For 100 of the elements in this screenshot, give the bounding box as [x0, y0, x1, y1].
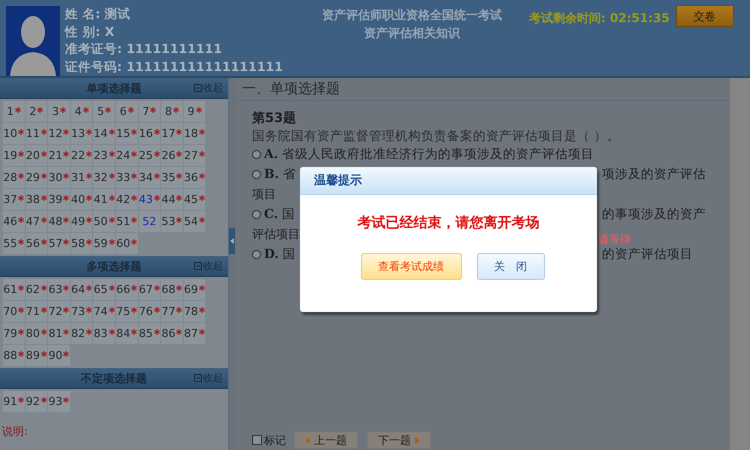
question-number[interactable]: 66 [116, 279, 138, 300]
question-number[interactable]: 26 [161, 145, 183, 166]
mark-checkbox[interactable] [252, 435, 262, 445]
question-number[interactable]: 29 [26, 167, 48, 188]
question-number[interactable]: 91 [3, 391, 25, 412]
question-number[interactable]: 65 [93, 279, 115, 300]
question-number[interactable]: 6 [116, 101, 138, 122]
question-number[interactable]: 8 [161, 101, 183, 122]
question-number[interactable]: 92 [26, 391, 48, 412]
question-number[interactable]: 39 [48, 189, 70, 210]
question-number[interactable]: 9 [184, 101, 206, 122]
question-number[interactable]: 58 [70, 233, 92, 254]
question-number[interactable]: 11 [26, 123, 48, 144]
question-number[interactable]: 47 [26, 211, 48, 232]
question-number[interactable]: 60 [116, 233, 138, 254]
question-number[interactable]: 80 [26, 323, 48, 344]
question-number[interactable]: 83 [93, 323, 115, 344]
next-button[interactable]: 下一题 [367, 431, 431, 449]
question-number[interactable]: 22 [70, 145, 92, 166]
question-number[interactable]: 24 [116, 145, 138, 166]
question-number[interactable]: 55 [3, 233, 25, 254]
question-number[interactable]: 64 [70, 279, 92, 300]
question-number[interactable]: 27 [184, 145, 206, 166]
question-number[interactable]: 37 [3, 189, 25, 210]
question-number[interactable]: 36 [184, 167, 206, 188]
question-number[interactable]: 32 [93, 167, 115, 188]
question-number[interactable]: 69 [184, 279, 206, 300]
question-number[interactable]: 52 [138, 211, 160, 232]
question-number[interactable]: 1 [3, 101, 25, 122]
question-number[interactable]: 70 [3, 301, 25, 322]
close-button[interactable]: 关 闭 [476, 253, 544, 280]
option-text[interactable]: A. 省级人民政府批准经济行为的事项涉及的资产评估项目 [264, 144, 594, 164]
question-number[interactable]: 62 [26, 279, 48, 300]
question-number[interactable]: 93 [48, 391, 70, 412]
question-number[interactable]: 43 [138, 189, 160, 210]
question-number[interactable]: 77 [161, 301, 183, 322]
question-number[interactable]: 40 [70, 189, 92, 210]
question-number[interactable]: 71 [26, 301, 48, 322]
question-number[interactable]: 45 [184, 189, 206, 210]
question-number[interactable]: 17 [161, 123, 183, 144]
question-number[interactable]: 54 [184, 211, 206, 232]
question-number[interactable]: 75 [116, 301, 138, 322]
previous-button[interactable]: 上一题 [294, 431, 358, 449]
option-text[interactable]: D. 国 [264, 244, 296, 264]
question-number[interactable]: 16 [138, 123, 160, 144]
question-number[interactable]: 74 [93, 301, 115, 322]
option-text[interactable]: B. 省 [264, 164, 296, 184]
question-number[interactable]: 35 [161, 167, 183, 188]
question-number[interactable]: 57 [48, 233, 70, 254]
question-number[interactable]: 53 [161, 211, 183, 232]
question-number[interactable]: 67 [138, 279, 160, 300]
question-number[interactable]: 79 [3, 323, 25, 344]
question-number[interactable]: 10 [3, 123, 25, 144]
question-number[interactable]: 21 [48, 145, 70, 166]
question-number[interactable]: 13 [70, 123, 92, 144]
question-number[interactable]: 86 [161, 323, 183, 344]
question-number[interactable]: 15 [116, 123, 138, 144]
question-number[interactable]: 23 [93, 145, 115, 166]
question-number[interactable]: 48 [48, 211, 70, 232]
question-number[interactable]: 5 [93, 101, 115, 122]
question-number[interactable]: 42 [116, 189, 138, 210]
question-number[interactable]: 31 [70, 167, 92, 188]
question-number[interactable]: 46 [3, 211, 25, 232]
submit-button[interactable]: 交卷 [676, 5, 734, 27]
question-number[interactable]: 87 [184, 323, 206, 344]
question-number[interactable]: 28 [3, 167, 25, 188]
question-number[interactable]: 90 [48, 345, 70, 366]
question-number[interactable]: 20 [26, 145, 48, 166]
question-number[interactable]: 19 [3, 145, 25, 166]
collapse-handle[interactable] [229, 228, 235, 254]
question-number[interactable]: 4 [70, 101, 92, 122]
question-number[interactable]: 12 [48, 123, 70, 144]
question-number[interactable]: 88 [3, 345, 25, 366]
question-number[interactable]: 49 [70, 211, 92, 232]
question-number[interactable]: 84 [116, 323, 138, 344]
question-number[interactable]: 72 [48, 301, 70, 322]
question-number[interactable]: 34 [138, 167, 160, 188]
question-number[interactable]: 73 [70, 301, 92, 322]
question-number[interactable]: 44 [161, 189, 183, 210]
radio-button[interactable] [252, 150, 261, 158]
question-number[interactable]: 89 [26, 345, 48, 366]
question-number[interactable]: 7 [138, 101, 160, 122]
question-number[interactable]: 85 [138, 323, 160, 344]
radio-button[interactable] [252, 210, 261, 218]
question-number[interactable]: 3 [48, 101, 70, 122]
question-number[interactable]: 25 [138, 145, 160, 166]
question-number[interactable]: 56 [26, 233, 48, 254]
question-number[interactable]: 82 [70, 323, 92, 344]
question-number[interactable]: 76 [138, 301, 160, 322]
radio-button[interactable] [252, 170, 261, 178]
question-number[interactable]: 30 [48, 167, 70, 188]
question-number[interactable]: 33 [116, 167, 138, 188]
question-number[interactable]: 2 [26, 101, 48, 122]
question-number[interactable]: 68 [161, 279, 183, 300]
view-score-button[interactable]: 查看考试成绩 [360, 253, 462, 280]
question-number[interactable]: 78 [184, 301, 206, 322]
question-number[interactable]: 41 [93, 189, 115, 210]
option-text[interactable]: C. 国 [264, 204, 296, 224]
question-number[interactable]: 59 [93, 233, 115, 254]
question-number[interactable]: 63 [48, 279, 70, 300]
